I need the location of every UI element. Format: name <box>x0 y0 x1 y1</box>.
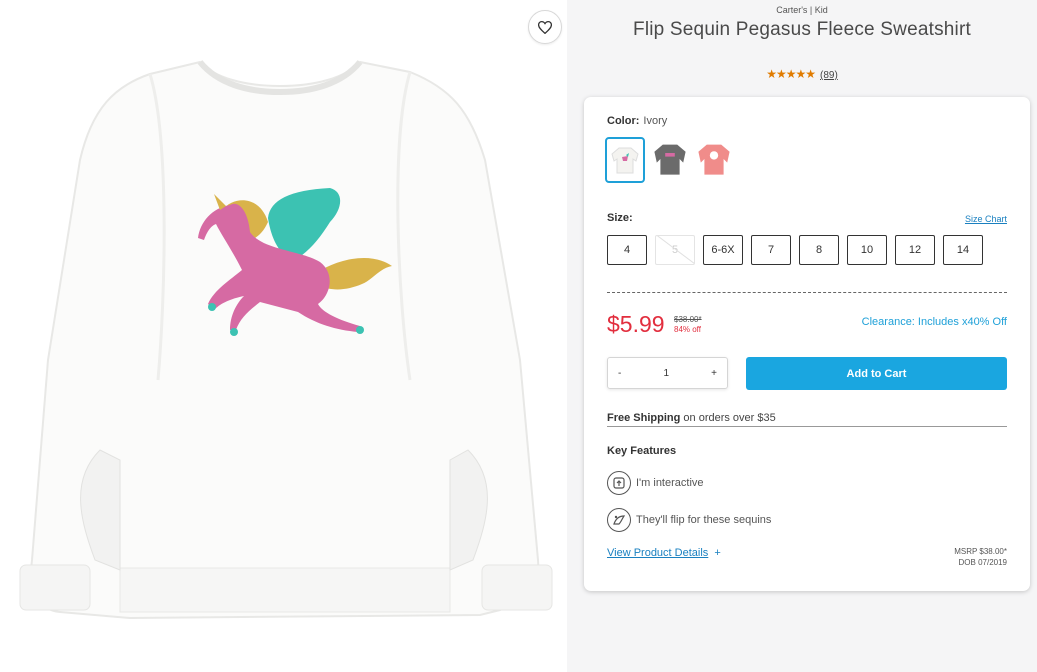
size-label: Size: <box>607 212 633 224</box>
key-features-title: Key Features <box>607 445 677 457</box>
original-price: $38.00* <box>674 315 702 324</box>
view-product-details-label: View Product Details <box>607 547 709 559</box>
feature-item: I'm interactive <box>607 471 704 495</box>
size-options: 4 5 6-6X 7 8 10 12 14 <box>607 235 983 265</box>
quantity-input[interactable]: 1 <box>653 368 679 379</box>
brand-line: Carter's | Kid <box>776 5 828 15</box>
dob-value: DOB 07/2019 <box>958 558 1007 567</box>
sequin-icon <box>607 508 631 532</box>
feature-text: They'll flip for these sequins <box>636 514 772 526</box>
feature-text: I'm interactive <box>636 477 704 489</box>
shipping-info: Free Shipping on orders over $35 <box>607 412 776 424</box>
discount-percent: 84% off <box>674 325 701 334</box>
view-product-details-link[interactable]: View Product Details + <box>607 547 721 559</box>
product-title: Flip Sequin Pegasus Fleece Sweatshirt <box>633 19 971 40</box>
product-photo <box>19 60 553 620</box>
sale-price: $5.99 <box>607 311 665 337</box>
dashed-divider <box>607 292 1007 293</box>
msrp-info: MSRP $38.00* DOB 07/2019 <box>954 546 1007 568</box>
color-row: Color: Ivory <box>607 115 667 127</box>
color-swatches <box>605 137 733 183</box>
free-shipping-label: Free Shipping <box>607 412 681 424</box>
size-option-12[interactable]: 12 <box>895 235 935 265</box>
clearance-note: Clearance: Includes x40% Off <box>861 316 1007 328</box>
size-option-10[interactable]: 10 <box>847 235 887 265</box>
size-option-6-6x[interactable]: 6-6X <box>703 235 743 265</box>
size-option-8[interactable]: 8 <box>799 235 839 265</box>
color-label: Color: <box>607 115 640 127</box>
size-option-5: 5 <box>655 235 695 265</box>
review-count-link[interactable]: (89) <box>820 70 838 81</box>
msrp-value: MSRP $38.00* <box>954 547 1007 556</box>
rating: ★★★★★ (89) <box>567 67 1037 81</box>
star-rating-icon: ★★★★★ <box>766 67 816 81</box>
plus-icon: + <box>714 547 721 559</box>
interactive-icon <box>607 471 631 495</box>
quantity-increase-button[interactable]: + <box>701 368 727 379</box>
swatch-ivory[interactable] <box>605 137 645 183</box>
color-value: Ivory <box>643 115 668 127</box>
product-image-panel <box>0 0 567 672</box>
quantity-stepper: - 1 + <box>607 357 728 389</box>
favorite-button[interactable] <box>528 10 562 44</box>
swatch-gray-shirt-icon <box>654 144 686 175</box>
swatch-gray[interactable] <box>651 137 689 181</box>
size-option-4[interactable]: 4 <box>607 235 647 265</box>
size-option-14[interactable]: 14 <box>943 235 983 265</box>
purchase-card: Color:Ivory Size: Size Chart 4 5 6-6X 7 <box>584 97 1030 591</box>
size-chart-link[interactable]: Size Chart <box>965 214 1007 224</box>
add-to-cart-button[interactable]: Add to Cart <box>746 357 1007 390</box>
quantity-decrease-button[interactable]: - <box>608 368 631 379</box>
swatch-ivory-shirt-icon <box>611 147 639 174</box>
feature-item: They'll flip for these sequins <box>607 508 771 532</box>
heart-icon <box>538 20 552 34</box>
size-option-7[interactable]: 7 <box>751 235 791 265</box>
divider <box>607 426 1007 427</box>
swatch-pink[interactable] <box>695 137 733 181</box>
shipping-threshold: on orders over $35 <box>683 412 776 424</box>
swatch-pink-shirt-icon <box>698 144 730 175</box>
